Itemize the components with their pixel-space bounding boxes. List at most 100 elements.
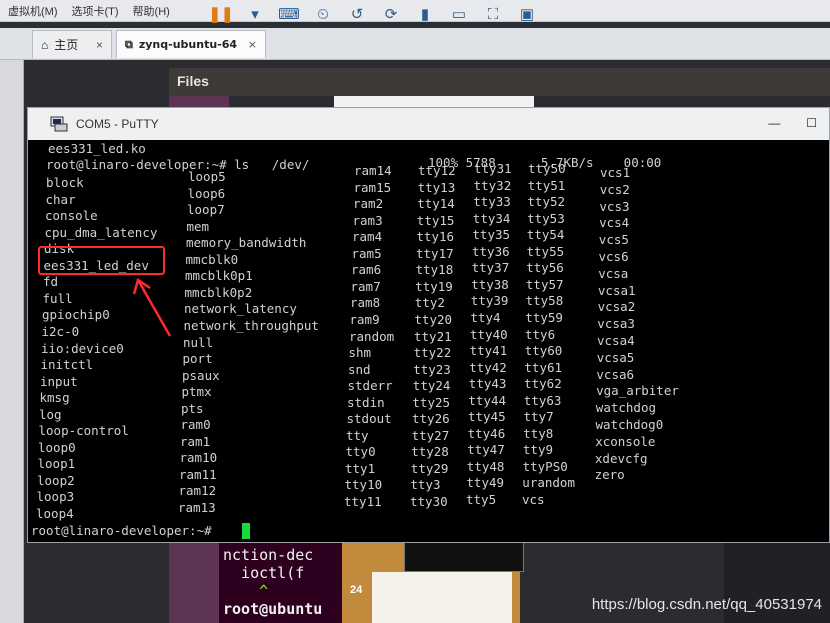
dev-entry: ram5	[351, 245, 382, 261]
dev-entry: vcsa6	[596, 366, 635, 382]
dev-entry: tty56	[526, 260, 564, 276]
dropdown-icon[interactable]: ▾	[244, 3, 266, 25]
dev-entry: mmcblk0	[185, 251, 239, 267]
dev-entry: watchdog0	[595, 417, 664, 432]
vm-icon: ⧉	[125, 37, 133, 51]
dev-entry: ram15	[353, 179, 392, 195]
dev-entry: tty29	[410, 460, 449, 476]
dev-entry: tty57	[525, 276, 564, 292]
dev-entry: network_throughput	[183, 317, 319, 333]
dev-entry: tty12	[418, 163, 456, 178]
dev-entry: tty5	[466, 492, 497, 507]
dev-entry: loop4	[36, 506, 74, 521]
dev-entry: pts	[181, 400, 204, 416]
dev-entry: tty3	[410, 477, 441, 493]
dev-entry: tty38	[471, 276, 509, 292]
dev-entry: ram9	[349, 311, 380, 327]
dev-entry: vga_arbiter	[596, 383, 679, 399]
dev-entry: tty31	[474, 161, 512, 176]
putty-titlebar[interactable]: COM5 - PuTTY — ☐	[28, 108, 829, 140]
tab-vm[interactable]: ⧉ zynq-ubuntu-64 ×	[116, 30, 266, 58]
dev-entry: tty24	[412, 378, 451, 394]
dev-entry: vcs5	[598, 232, 629, 248]
dev-entry: initctl	[40, 357, 94, 373]
dev-entry: vcs6	[598, 249, 629, 264]
tab-vm-label: zynq-ubuntu-64	[138, 38, 238, 51]
dev-entry: tty17	[416, 245, 454, 261]
menu-help[interactable]: 帮助(H)	[133, 3, 170, 19]
dev-entry: vcs2	[599, 181, 630, 197]
dev-entry: ram8	[350, 295, 381, 311]
snapshot-icon[interactable]: ⏲	[312, 3, 334, 25]
dev-entry: network_latency	[184, 301, 297, 317]
dev-entry: ram1	[180, 433, 211, 449]
dev-entry: log	[39, 406, 62, 422]
console-view-icon[interactable]: ▭	[448, 3, 470, 25]
dev-entry: tty58	[525, 293, 564, 309]
dev-entry: watchdog	[595, 400, 657, 416]
dev-entry: tty49	[466, 475, 505, 491]
dev-entry: tty28	[411, 444, 449, 460]
close-icon[interactable]: ×	[96, 38, 103, 52]
dev-entry: ram7	[350, 278, 381, 294]
dev-entry: input	[40, 373, 78, 389]
manage-snapshot-icon[interactable]: ⟳	[380, 3, 402, 25]
dev-entry: block	[46, 175, 84, 190]
dev-entry: tty13	[417, 179, 456, 195]
dev-entry: tty8	[523, 425, 554, 441]
revert-icon[interactable]: ↺	[346, 3, 368, 25]
arrow-icon	[132, 278, 172, 337]
dev-entry: tty50	[528, 161, 566, 176]
dev-entry: tty2	[414, 295, 445, 311]
terminal-line: ees331_led.ko	[48, 141, 146, 156]
library-sidebar: ▼	[0, 28, 24, 623]
dev-entry: vcs	[522, 492, 545, 507]
dev-entry: ram3	[352, 212, 383, 228]
dev-entry: tty59	[525, 309, 563, 325]
minimize-button[interactable]: —	[768, 116, 780, 130]
dev-entry: tty0	[345, 444, 376, 460]
maximize-button[interactable]: ☐	[806, 116, 817, 130]
unity-icon[interactable]: ▣	[516, 3, 538, 25]
dev-entry: vcs3	[599, 198, 630, 214]
dev-entry: memory_bandwidth	[186, 235, 307, 251]
dev-entry: full	[42, 290, 73, 306]
dev-entry: loop2	[37, 472, 75, 488]
dev-entry: tty16	[416, 229, 455, 245]
menu-vm[interactable]: 虚拟机(M)	[8, 3, 58, 19]
tab-home[interactable]: ⌂ 主页 ×	[32, 30, 112, 58]
pause-icon[interactable]: ❚❚	[208, 3, 233, 25]
dev-entry: tty15	[416, 212, 455, 228]
dev-entry: ram0	[180, 417, 211, 433]
dev-entry: tty27	[411, 427, 450, 443]
dev-entry: snd	[348, 361, 371, 377]
window-title: COM5 - PuTTY	[76, 117, 159, 131]
fullscreen-icon[interactable]: ⛶	[482, 3, 504, 25]
dev-entry: tty55	[526, 243, 565, 259]
watermark: https://blog.csdn.net/qq_40531974	[591, 596, 822, 613]
terminal-cursor	[242, 523, 250, 539]
bg-term-line: nction-dec	[223, 546, 314, 564]
dev-entry: tty6	[525, 326, 556, 342]
dev-entry: ram14	[354, 163, 392, 178]
dev-entry: tty23	[413, 361, 451, 377]
dev-entry: zero	[594, 467, 625, 483]
tab-home-label: 主页	[54, 38, 79, 52]
dev-entry: tty7	[523, 409, 554, 425]
dev-entry: vcs1	[600, 165, 631, 180]
dev-entry: loop0	[38, 439, 76, 455]
dev-entry: tty45	[468, 409, 506, 425]
dev-entry: tty48	[466, 458, 505, 474]
dev-entry: tty37	[471, 260, 510, 276]
sidebar-view-icon[interactable]: ▮	[414, 3, 436, 25]
dev-entry: tty36	[472, 243, 510, 259]
dev-entry: cpu_dma_latency	[44, 224, 158, 240]
dev-entry: tty10	[344, 477, 383, 493]
send-keys-icon[interactable]: ⌨	[278, 3, 300, 25]
dev-entry: ram11	[179, 466, 217, 482]
bg-term-line: ^	[223, 582, 269, 600]
doc-page-number: 24	[350, 584, 363, 596]
menu-tabs[interactable]: 选项卡(T)	[72, 3, 119, 19]
dev-entry: tty20	[414, 311, 453, 327]
close-icon[interactable]: ×	[248, 38, 257, 51]
